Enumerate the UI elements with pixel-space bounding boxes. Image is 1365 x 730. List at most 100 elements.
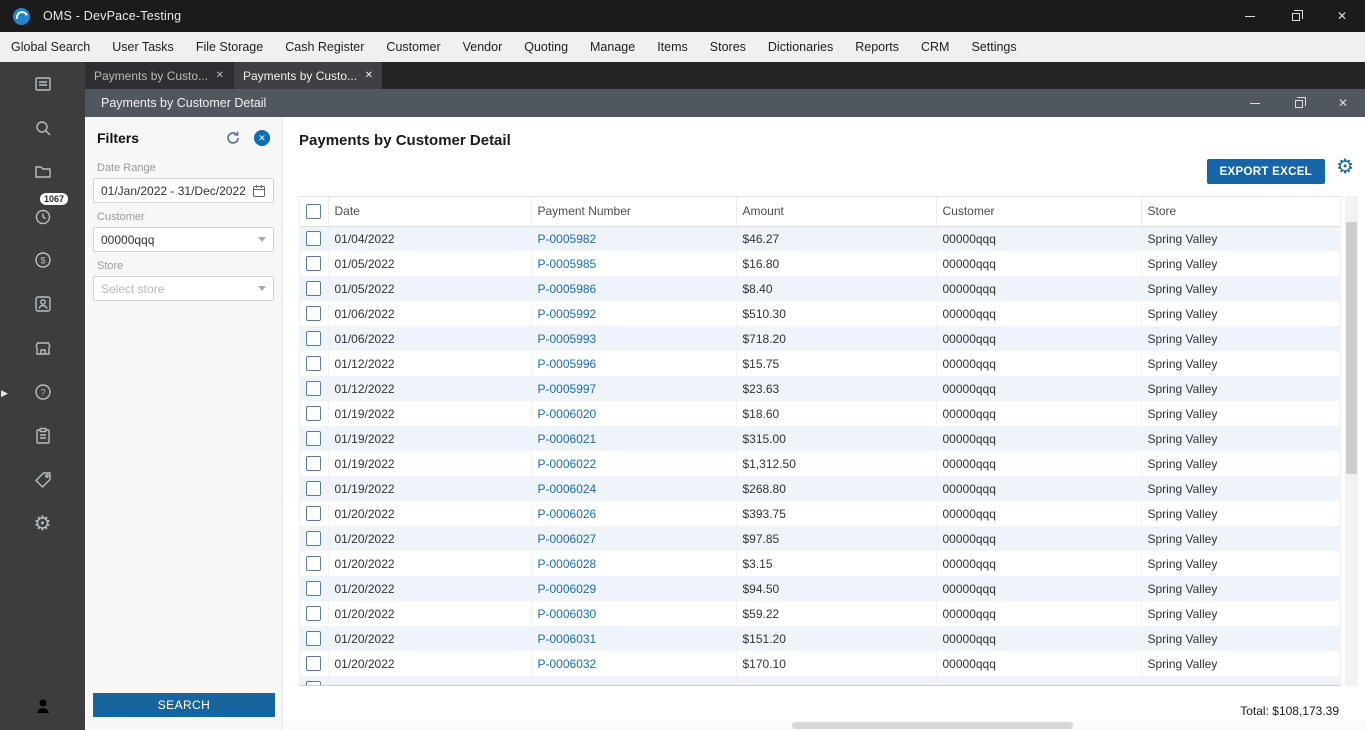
payment-link[interactable]: P-0006021 bbox=[531, 426, 737, 451]
payment-link[interactable]: P-0005993 bbox=[531, 326, 737, 351]
menu-item-file-storage[interactable]: File Storage bbox=[185, 32, 274, 62]
minimize-button[interactable] bbox=[1227, 0, 1273, 32]
payment-link[interactable]: P-0006028 bbox=[531, 551, 737, 576]
inner-minimize-button[interactable] bbox=[1233, 89, 1277, 117]
payment-link[interactable]: P-0006026 bbox=[531, 501, 737, 526]
sidebar-item-tags[interactable] bbox=[0, 458, 85, 502]
column-header-date[interactable]: Date bbox=[328, 197, 532, 227]
payment-link[interactable]: P-0006022 bbox=[531, 451, 737, 476]
sidebar-item-pending[interactable]: 1067 bbox=[0, 193, 85, 238]
row-checkbox[interactable] bbox=[306, 506, 322, 521]
tab-1[interactable]: Payments by Custo... ✕ bbox=[85, 62, 233, 89]
store-cell: Spring Valley bbox=[1141, 626, 1340, 651]
sidebar-item-tasks[interactable] bbox=[0, 414, 85, 458]
sidebar-item-payments[interactable]: $ bbox=[0, 238, 85, 282]
payment-link[interactable] bbox=[531, 676, 737, 685]
tab-2[interactable]: Payments by Custo... ✕ bbox=[234, 62, 382, 89]
menu-item-vendor[interactable]: Vendor bbox=[452, 32, 514, 62]
table-settings-gear-icon[interactable]: ⚙ bbox=[1336, 157, 1354, 177]
column-header-customer[interactable]: Customer bbox=[936, 197, 1142, 227]
sidebar-item-dashboard[interactable] bbox=[0, 62, 85, 106]
row-checkbox[interactable] bbox=[306, 481, 322, 496]
column-header-amount[interactable]: Amount bbox=[736, 197, 937, 227]
table-row: 01/19/2022 P-0006021 $315.00 00000qqq Spring… bbox=[300, 426, 1340, 451]
sidebar-item-files[interactable] bbox=[0, 150, 85, 194]
column-header-payment-number[interactable]: Payment Number bbox=[531, 197, 737, 227]
column-header-store[interactable]: Store bbox=[1141, 197, 1340, 227]
horizontal-scrollbar-thumb[interactable] bbox=[791, 722, 1073, 729]
menu-item-crm[interactable]: CRM bbox=[910, 32, 960, 62]
refresh-filters-button[interactable] bbox=[225, 130, 241, 146]
row-checkbox[interactable] bbox=[306, 381, 322, 396]
sidebar-item-settings[interactable]: ⚙ bbox=[0, 502, 85, 546]
search-button[interactable]: SEARCH bbox=[93, 693, 275, 717]
menu-item-user-tasks[interactable]: User Tasks bbox=[101, 32, 185, 62]
row-checkbox[interactable] bbox=[306, 606, 322, 621]
payment-link[interactable]: P-0005982 bbox=[531, 226, 737, 251]
row-checkbox[interactable] bbox=[306, 456, 322, 471]
sidebar-item-search[interactable] bbox=[0, 106, 85, 150]
payment-link[interactable]: P-0006027 bbox=[531, 526, 737, 551]
row-checkbox[interactable] bbox=[306, 631, 322, 646]
row-checkbox[interactable] bbox=[306, 356, 322, 371]
store-icon bbox=[34, 342, 51, 355]
menu-item-global-search[interactable]: Global Search bbox=[0, 32, 101, 62]
clear-filters-button[interactable]: ✕ bbox=[254, 130, 270, 146]
payment-link[interactable]: P-0005986 bbox=[531, 276, 737, 301]
row-checkbox[interactable] bbox=[306, 531, 322, 546]
menu-item-cash-register[interactable]: Cash Register bbox=[274, 32, 375, 62]
row-checkbox[interactable] bbox=[306, 656, 322, 671]
row-checkbox[interactable] bbox=[306, 306, 322, 321]
date-range-input[interactable]: 01/Jan/2022 - 31/Dec/2022 bbox=[93, 178, 274, 203]
store-dropdown[interactable]: Select store bbox=[93, 276, 274, 301]
menu-item-settings[interactable]: Settings bbox=[960, 32, 1027, 62]
sidebar-item-contacts[interactable] bbox=[0, 282, 85, 326]
menu-item-stores[interactable]: Stores bbox=[699, 32, 757, 62]
payment-link[interactable]: P-0006029 bbox=[531, 576, 737, 601]
calendar-icon[interactable] bbox=[252, 184, 266, 198]
menu-item-dictionaries[interactable]: Dictionaries bbox=[757, 32, 844, 62]
vertical-scrollbar[interactable] bbox=[1345, 196, 1358, 686]
row-checkbox[interactable] bbox=[306, 556, 322, 571]
row-checkbox[interactable] bbox=[306, 581, 322, 596]
row-checkbox[interactable] bbox=[306, 331, 322, 346]
row-checkbox[interactable] bbox=[306, 231, 322, 247]
payment-link[interactable]: P-0006031 bbox=[531, 626, 737, 651]
inner-restore-button[interactable] bbox=[1277, 89, 1321, 117]
customer-cell: 00000qqq bbox=[936, 576, 1142, 601]
payment-link[interactable]: P-0005996 bbox=[531, 351, 737, 376]
sidebar-item-user[interactable] bbox=[0, 684, 85, 728]
export-excel-button[interactable]: EXPORT EXCEL bbox=[1206, 159, 1325, 184]
row-checkbox[interactable] bbox=[306, 431, 322, 446]
payment-link[interactable]: P-0006020 bbox=[531, 401, 737, 426]
row-checkbox[interactable] bbox=[306, 681, 322, 685]
payment-link[interactable]: P-0005992 bbox=[531, 301, 737, 326]
payment-link[interactable]: P-0006030 bbox=[531, 601, 737, 626]
tab-close-icon[interactable]: ✕ bbox=[365, 70, 373, 81]
payment-link[interactable]: P-0005997 bbox=[531, 376, 737, 401]
vertical-scrollbar-thumb[interactable] bbox=[1346, 222, 1357, 474]
customer-dropdown[interactable]: 00000qqq bbox=[93, 227, 274, 252]
customer-cell: 00000qqq bbox=[936, 376, 1142, 401]
row-checkbox[interactable] bbox=[306, 281, 322, 296]
sidebar-item-help[interactable]: ? bbox=[0, 370, 85, 414]
payment-link[interactable]: P-0006032 bbox=[531, 651, 737, 676]
row-checkbox[interactable] bbox=[306, 256, 322, 271]
row-checkbox[interactable] bbox=[306, 406, 322, 421]
horizontal-scrollbar[interactable] bbox=[283, 721, 1365, 730]
menu-item-items[interactable]: Items bbox=[646, 32, 699, 62]
minimize-icon bbox=[1245, 15, 1255, 17]
menu-item-reports[interactable]: Reports bbox=[844, 32, 910, 62]
sidebar-item-stores[interactable] bbox=[0, 326, 85, 370]
restore-button[interactable] bbox=[1273, 0, 1319, 32]
sidebar-expand-arrow-icon[interactable]: ▶ bbox=[1, 388, 8, 399]
menu-item-customer[interactable]: Customer bbox=[375, 32, 451, 62]
close-button[interactable]: ✕ bbox=[1319, 0, 1365, 32]
payment-link[interactable]: P-0005985 bbox=[531, 251, 737, 276]
menu-item-manage[interactable]: Manage bbox=[579, 32, 646, 62]
select-all-checkbox[interactable] bbox=[306, 203, 322, 219]
payment-link[interactable]: P-0006024 bbox=[531, 476, 737, 501]
inner-close-button[interactable]: ✕ bbox=[1321, 89, 1365, 117]
tab-close-icon[interactable]: ✕ bbox=[216, 70, 224, 81]
menu-item-quoting[interactable]: Quoting bbox=[513, 32, 579, 62]
